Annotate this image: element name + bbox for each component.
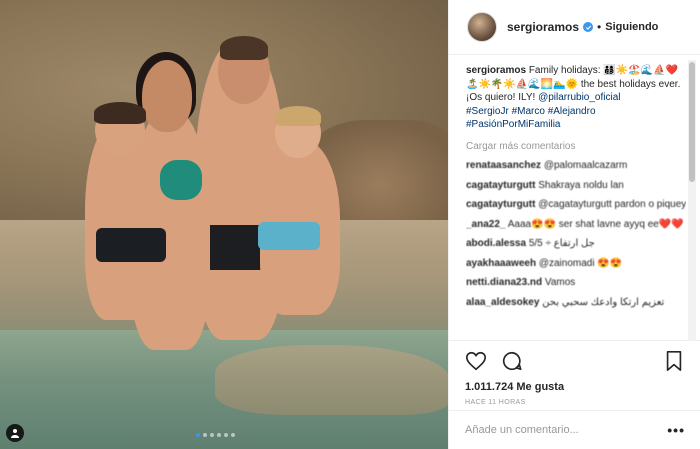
carousel-dot: [210, 433, 214, 437]
comment-username[interactable]: alaa_aldesokey: [466, 297, 539, 308]
caption-username[interactable]: sergioramos: [466, 65, 526, 76]
comment-text: تعزيم ارتكا وادعك سحبي بحن: [542, 296, 665, 308]
photo-woman-bikini: [160, 160, 202, 200]
comment-row: abodi.alessa 5/5 ÷ جل ارتفاع: [466, 237, 686, 251]
bookmark-icon[interactable]: [663, 350, 685, 372]
photo-rock-front: [215, 345, 448, 415]
comment-text: Shakraya noldu lan: [538, 179, 624, 191]
comments-list: sergioramos Family holidays: 👨‍👩‍👦‍👦☀️🏖️…: [466, 64, 686, 340]
comment-input[interactable]: [465, 424, 668, 436]
photo-boy-left-hair: [94, 102, 146, 124]
comment-row: netti.diana23.nd Vamos: [466, 276, 686, 290]
comment-username[interactable]: abodi.alessa: [466, 238, 526, 249]
carousel-dot: [224, 433, 228, 437]
carousel-dot: [231, 433, 235, 437]
post-caption: sergioramos Family holidays: 👨‍👩‍👦‍👦☀️🏖️…: [466, 64, 686, 132]
likes-count[interactable]: 1.011.724 Me gusta: [465, 381, 685, 393]
caption-mention[interactable]: @pilarrubio_oficial: [538, 92, 620, 103]
comment-text: @cagatayturgutt pardon o piqueydi: [538, 199, 686, 210]
post-timestamp: HACE 11 HORAS: [465, 399, 526, 406]
comment-username[interactable]: netti.diana23.nd: [466, 277, 542, 288]
comment-row: alaa_aldesokey تعزيم ارتكا وادعك سحبي بح…: [466, 296, 686, 310]
comment-username[interactable]: _ana22_: [466, 219, 505, 230]
comment-row: ayakhaaaweeh @zainomadi 😍😍: [466, 257, 686, 271]
heart-icon[interactable]: [465, 350, 487, 372]
photo-boy-right-shorts: [258, 222, 320, 250]
comment-username[interactable]: renataasanchez: [466, 160, 541, 171]
comment-username[interactable]: cagatayturgutt: [466, 199, 535, 210]
comment-text: Aaaa😍😍 ser shat lavne ayyq ee❤️❤️ (nenc …: [507, 218, 686, 230]
comment-row: _ana22_ Aaaa😍😍 ser shat lavne ayyq ee❤️❤…: [466, 218, 686, 232]
post-header: sergioramos • Siguiendo: [449, 0, 700, 55]
load-more-comments-button[interactable]: Cargar más comentarios: [466, 140, 686, 154]
comments-scrollbar[interactable]: [688, 60, 696, 340]
carousel-dot: [203, 433, 207, 437]
photo-man-hair: [220, 36, 268, 60]
header-separator: •: [597, 20, 602, 34]
following-button[interactable]: Siguiendo: [605, 21, 658, 33]
header-username[interactable]: sergioramos: [507, 20, 579, 34]
caption-line2: ¡Os quiero! ILY!: [466, 92, 536, 103]
comment-row: cagatayturgutt @cagatayturgutt pardon o …: [466, 198, 686, 212]
add-comment-bar: •••: [449, 410, 700, 449]
caption-hashtags[interactable]: #SergioJr #Marco #Alejandro #PasiónPorMi…: [466, 106, 596, 131]
photo-boy-left-shorts: [96, 228, 166, 262]
carousel-dot: [217, 433, 221, 437]
comment-icon[interactable]: [501, 350, 523, 372]
post-photo[interactable]: [0, 0, 448, 449]
comment-rows: renataasanchez @palomaalcazarm cagataytur…: [466, 159, 686, 309]
post-side-panel: sergioramos • Siguiendo sergioramos Fami…: [448, 0, 700, 449]
verified-badge-icon: [583, 22, 594, 32]
more-options-icon[interactable]: •••: [667, 422, 685, 438]
comment-text: Vamos: [544, 277, 576, 288]
comment-text: @zainomadi 😍😍: [538, 257, 623, 269]
user-tag-icon[interactable]: [6, 424, 24, 442]
comment-row: renataasanchez @palomaalcazarm: [466, 159, 686, 173]
photo-boy-right-hair: [275, 106, 321, 126]
comment-row: cagatayturgutt Shakraya noldu lan: [466, 179, 686, 193]
photo-woman-head: [142, 60, 192, 132]
carousel-indicator: [196, 433, 235, 437]
post-actions: 1.011.724 Me gusta HACE 11 HORAS: [449, 340, 700, 406]
comment-username[interactable]: ayakhaaaweeh: [466, 258, 536, 269]
comment-username[interactable]: cagatayturgutt: [466, 180, 535, 191]
comment-text: @palomaalcazarm: [543, 160, 628, 171]
comment-text: 5/5 ÷ جل ارتفاع: [528, 238, 595, 249]
carousel-dot: [196, 433, 200, 437]
avatar[interactable]: [467, 12, 497, 42]
scrollbar-thumb[interactable]: [689, 62, 695, 182]
